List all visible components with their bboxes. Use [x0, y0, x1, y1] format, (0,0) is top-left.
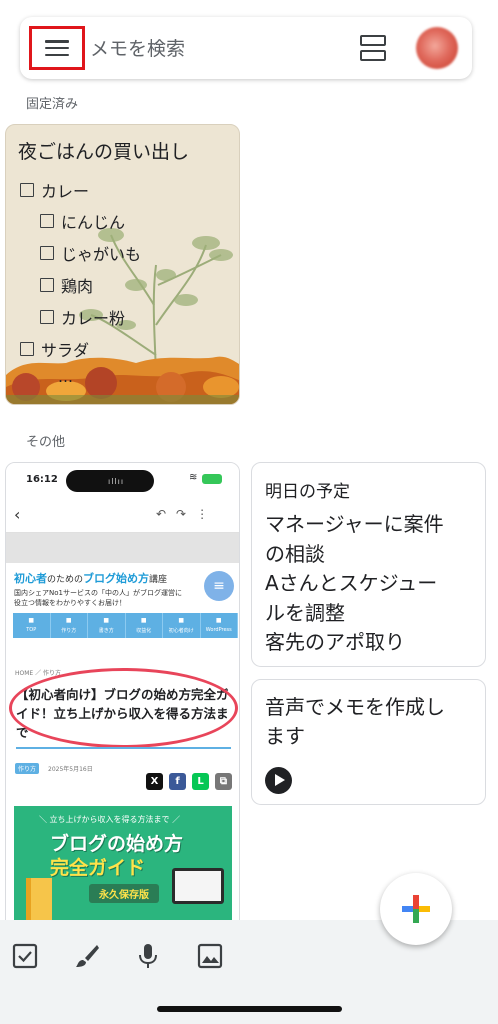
list-view-icon[interactable]: [360, 35, 386, 61]
image-note-card[interactable]: 16:12 ıllıı ≋ ‹ ↶↷⋮ 初心者のためのブログ始め方講座 国内シェ…: [5, 462, 240, 932]
home-indicator: [157, 1006, 342, 1012]
highlight-circle: [9, 668, 238, 748]
checkbox-icon[interactable]: [11, 942, 39, 970]
browser-action-icons: ↶↷⋮: [156, 507, 219, 521]
new-note-button[interactable]: [380, 873, 452, 945]
checklist-item[interactable]: サラダ: [20, 337, 89, 361]
note-body: マネージャーに案件 の相談 Aさんとスケジュー ルを調整 客先のアポ取り: [265, 512, 444, 654]
checkbox-icon[interactable]: [20, 342, 34, 356]
section-label-others: その他: [26, 435, 66, 450]
checklist-item[interactable]: じゃがいも: [40, 241, 141, 265]
note-body: 音声でメモを作成し ます: [265, 695, 445, 748]
blog-menu-icon: ≡: [204, 571, 234, 601]
checklist-item[interactable]: カレー: [20, 178, 89, 202]
checklist-item[interactable]: 鶏肉: [40, 273, 93, 297]
blog-tab: TOP: [13, 613, 51, 638]
embedded-status-bar: 16:12 ıllıı ≋: [6, 463, 239, 499]
embedded-blog-header: 初心者のためのブログ始め方講座 国内シェアNo1サービスの「中の人」がブログ運営…: [6, 563, 239, 615]
checkbox-icon[interactable]: [20, 183, 34, 197]
pinned-note-title: 夜ごはんの買い出し: [18, 141, 190, 163]
blog-tab-bar: TOP 作り方 書き方 収益化 初心者向け WordPress: [13, 613, 238, 638]
article-date: 2025年5月16日: [48, 766, 93, 773]
note-card-voice[interactable]: 音声でメモを作成し ます: [251, 679, 486, 805]
status-time: 16:12: [26, 474, 58, 485]
blog-name: 初心者のためのブログ始め方講座: [14, 572, 168, 585]
checklist-item[interactable]: カレー粉: [40, 305, 125, 329]
note-title: 明日の予定: [265, 482, 350, 502]
checklist-item-label: カレー: [41, 182, 90, 201]
microphone-icon[interactable]: [134, 942, 162, 970]
beginner-mark-icon: [26, 878, 52, 920]
article-hero-image: ＼ 立ち上げから収入を得る方法まで ／ ブログの始め方 完全ガイド 永久保存版: [14, 806, 232, 931]
search-bar[interactable]: メモを検索: [20, 17, 472, 79]
checklist-item-label: カレー粉: [61, 309, 126, 328]
more-items-indicator: …: [58, 368, 73, 386]
checkbox-icon[interactable]: [40, 214, 54, 228]
pinned-note-card[interactable]: 夜ごはんの買い出し カレー にんじん じゃがいも 鶏肉 カレー粉 サラダ: [5, 124, 240, 405]
checklist-item-label: サラダ: [41, 341, 90, 360]
blog-subtitle: 国内シェアNo1サービスの「中の人」がブログ運営に 役立つ情報をわかりやすくお届け…: [14, 589, 182, 607]
blog-tab: WordPress: [201, 613, 238, 638]
note-card-schedule[interactable]: 明日の予定 マネージャーに案件 の相談 Aさんとスケジュー ルを調整 客先のアポ…: [251, 462, 486, 667]
battery-icon: [202, 474, 222, 484]
blog-tab: 初心者向け: [163, 613, 201, 638]
checklist-item[interactable]: にんじん: [40, 209, 125, 233]
back-arrow-icon: ‹: [14, 505, 21, 524]
laptop-icon: [172, 868, 224, 904]
blog-tab: 収益化: [126, 613, 163, 638]
checkbox-icon[interactable]: [40, 310, 54, 324]
audio-wave-icon: ıllıı: [108, 477, 125, 486]
checklist-item-label: じゃがいも: [61, 245, 142, 264]
x-share-icon: X: [146, 773, 163, 790]
brush-icon[interactable]: [73, 942, 101, 970]
facebook-share-icon: f: [169, 773, 186, 790]
checkbox-icon[interactable]: [40, 278, 54, 292]
category-tag: 作り方: [15, 763, 40, 774]
line-share-icon: L: [192, 773, 209, 790]
play-audio-icon[interactable]: [265, 767, 292, 794]
blog-tab: 書き方: [88, 613, 126, 638]
blog-tab: 作り方: [51, 613, 88, 638]
vegetable-background-image: [6, 228, 239, 404]
section-label-pinned: 固定済み: [26, 97, 79, 112]
menu-button[interactable]: [29, 26, 85, 70]
image-icon[interactable]: [196, 942, 224, 970]
checklist-item-label: 鶏肉: [61, 277, 94, 296]
avatar[interactable]: [416, 27, 458, 69]
checkbox-icon[interactable]: [40, 246, 54, 260]
search-input[interactable]: メモを検索: [90, 34, 185, 61]
wifi-icon: ≋: [189, 472, 198, 483]
copy-share-icon: ⧉: [215, 773, 232, 790]
checklist-item-label: にんじん: [61, 213, 126, 232]
hamburger-icon: [45, 40, 69, 56]
embedded-banner: [6, 533, 239, 563]
embedded-browser-nav: ‹ ↶↷⋮: [6, 499, 239, 533]
